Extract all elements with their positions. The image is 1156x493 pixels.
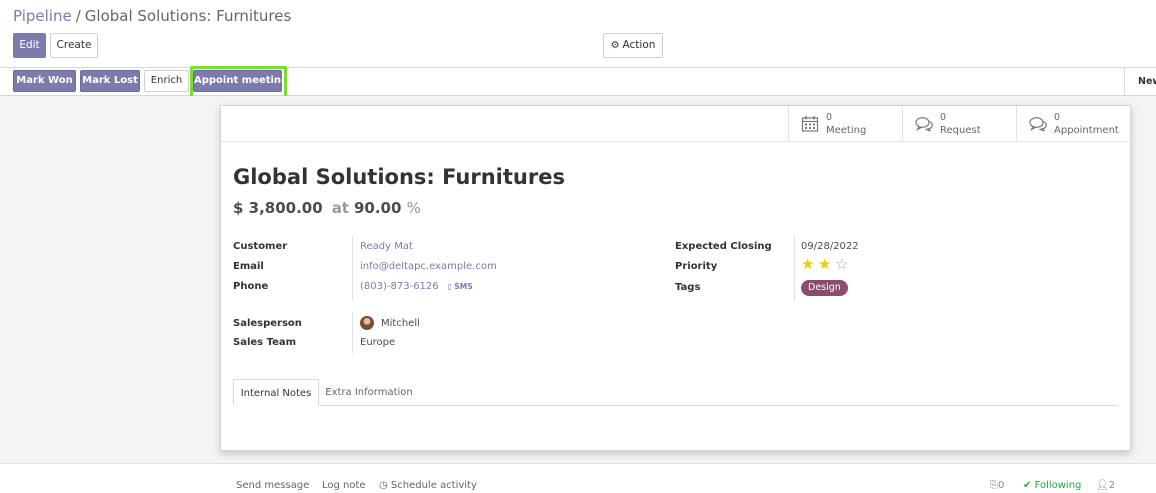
request-smart-button[interactable]: 0 Request [902,106,1016,142]
control-panel: Pipeline / Global Solutions: Furnitures Ed… [0,0,1156,68]
appointment-label: Appointment [1054,125,1119,136]
lead-title: Global Solutions: Furnitures [233,165,565,189]
create-button[interactable]: Create [50,33,98,58]
sms-label: SMS [454,282,473,291]
priority-star-2-icon[interactable]: ★ [818,257,831,272]
action-label: Action [622,39,656,51]
user-icon: 👤︎ [1096,480,1109,491]
tags-label: Tags [675,282,701,293]
expected-closing-label: Expected Closing [675,241,772,252]
sales-team-label: Sales Team [233,337,297,348]
calendar-icon [801,116,819,132]
attachments-count: 0 [998,480,1005,491]
sms-button[interactable]: ▯ SMS [448,282,473,291]
salesperson-value[interactable]: Mitchell [381,318,420,329]
breadcrumb-separator: / [75,7,81,25]
schedule-activity-label: Schedule activity [390,480,477,491]
meeting-count: 0 [826,112,833,123]
revenue-value: $ 3,800.00 [233,199,323,217]
stage-new[interactable]: New [1124,68,1156,95]
expected-revenue: $ 3,800.00 at 90.00 % [233,199,421,217]
schedule-activity-button[interactable]: ◷ Schedule activity [379,480,477,491]
tab-extra-information[interactable]: Extra Information [319,379,419,406]
gear-icon: ⚙ [610,40,620,51]
status-bar: Mark Won Mark Lost Enrich Appoint meetin… [0,68,1156,96]
sales-team-value[interactable]: Europe [360,337,395,348]
phone-field: (803)-873-6126 ▯ SMS [360,281,473,292]
chat-bubbles-icon [1029,117,1047,132]
enrich-button[interactable]: Enrich [144,70,189,92]
priority-label: Priority [675,261,718,272]
appointment-smart-button[interactable]: 0 Appointment [1016,106,1130,142]
tag-design[interactable]: Design [801,280,848,296]
attachments-button[interactable]: ⎘0 [990,480,1004,491]
probability-value: 90.00 [353,199,402,217]
mark-won-button[interactable]: Mark Won [13,70,76,92]
clock-icon: ◷ [379,480,391,491]
following-label: Following [1034,480,1082,491]
phone-link[interactable]: (803)-873-6126 [360,281,439,292]
following-button[interactable]: ✔ Following [1023,480,1081,491]
chatter-bar: Send message Log note ◷ Schedule activit… [0,463,1156,493]
request-label: Request [940,125,981,136]
followers-count: 2 [1108,480,1116,491]
smart-buttons-row: 0 Meeting 0 Request 0 Appointment [221,106,1130,142]
expected-closing-value[interactable]: 09/28/2022 [801,241,859,252]
highlight-box [190,66,287,100]
notebook-tabs: Internal Notes Extra Information [233,379,1118,406]
paperclip-icon: ⎘ [990,480,998,491]
log-note-button[interactable]: Log note [322,480,366,491]
customer-link[interactable]: Ready Mat [360,241,413,252]
revenue-at: at [331,199,349,217]
percent-sign: % [406,199,421,217]
tab-internal-notes[interactable]: Internal Notes [233,379,319,406]
email-link[interactable]: info@deltapc.example.com [360,261,497,272]
priority-star-3-icon[interactable]: ☆ [835,257,848,272]
breadcrumb: Pipeline / Global Solutions: Furnitures [13,7,291,25]
mark-lost-button[interactable]: Mark Lost [80,70,140,92]
breadcrumb-pipeline-link[interactable]: Pipeline [13,7,72,25]
avatar [360,316,374,330]
edit-button[interactable]: Edit [13,33,46,58]
priority-star-1-icon[interactable]: ★ [801,257,814,272]
request-count: 0 [940,112,947,123]
left-column-divider [352,237,353,301]
send-message-button[interactable]: Send message [236,480,309,491]
team-column-divider [352,313,353,353]
appointment-count: 0 [1054,112,1061,123]
email-label: Email [233,261,264,272]
followers-button[interactable]: 👤︎2 [1096,480,1115,491]
check-icon: ✔ [1023,480,1035,491]
meeting-label: Meeting [826,125,867,136]
breadcrumb-current: Global Solutions: Furnitures [84,7,292,25]
chat-bubbles-icon [915,117,933,132]
phone-label: Phone [233,281,269,292]
form-sheet: 0 Meeting 0 Request 0 Appointment Global… [220,105,1131,451]
salesperson-label: Salesperson [233,318,302,329]
right-column-divider [794,237,795,301]
customer-label: Customer [233,241,288,252]
meeting-smart-button[interactable]: 0 Meeting [788,106,902,142]
action-button[interactable]: ⚙ Action [603,33,663,58]
